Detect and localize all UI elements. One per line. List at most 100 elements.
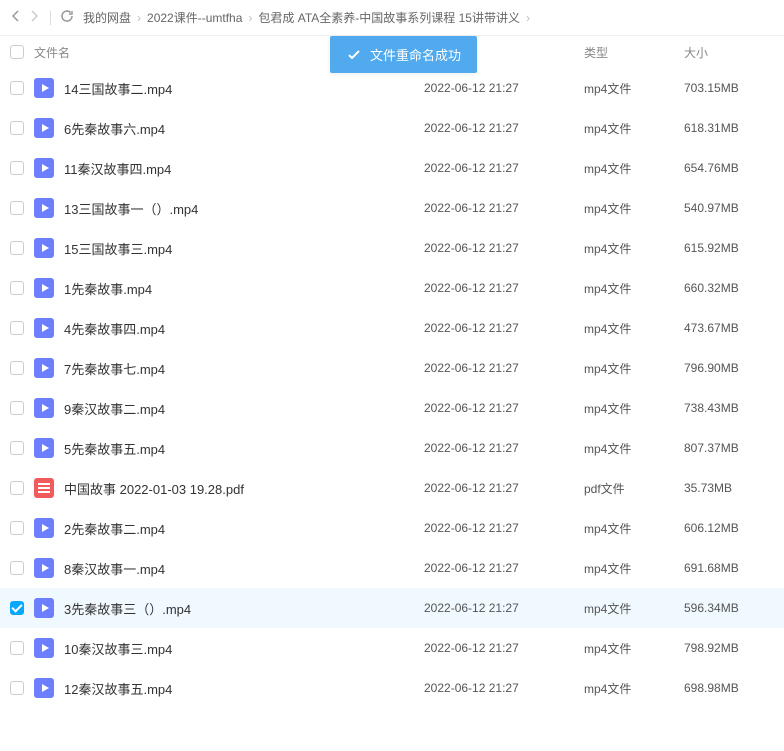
file-name-label[interactable]: 4先秦故事四.mp4: [64, 319, 165, 338]
row-checkbox[interactable]: [10, 601, 24, 615]
file-date: 2022-06-12 21:27: [424, 521, 584, 535]
table-row[interactable]: 12秦汉故事五.mp42022-06-12 21:27mp4文件698.98MB: [0, 668, 784, 708]
video-file-icon: [34, 638, 54, 658]
file-size: 691.68MB: [684, 561, 784, 575]
table-row[interactable]: 15三国故事三.mp4 2022-06-12 21:27mp4文件615.92MB: [0, 228, 784, 268]
table-row[interactable]: 中国故事 2022-01-03 19.28.pdf2022-06-12 21:2…: [0, 468, 784, 508]
file-name-label[interactable]: 15三国故事三.mp4: [64, 239, 172, 258]
row-checkbox[interactable]: [10, 361, 24, 375]
row-checkbox[interactable]: [10, 241, 24, 255]
file-name-label[interactable]: 11秦汉故事四.mp4: [64, 159, 171, 178]
video-file-icon: [34, 518, 54, 538]
column-header-type[interactable]: 类型: [584, 44, 684, 61]
refresh-icon[interactable]: [59, 8, 75, 27]
file-size: 703.15MB: [684, 81, 784, 95]
row-checkbox[interactable]: [10, 281, 24, 295]
row-checkbox[interactable]: [10, 681, 24, 695]
video-file-icon: [34, 118, 54, 138]
file-type: mp4文件: [584, 520, 684, 537]
file-name-label[interactable]: 14三国故事二.mp4: [64, 79, 172, 98]
row-checkbox[interactable]: [10, 81, 24, 95]
file-date: 2022-06-12 21:27: [424, 81, 584, 95]
table-row[interactable]: 7先秦故事七.mp42022-06-12 21:27mp4文件796.90MB: [0, 348, 784, 388]
table-row[interactable]: 5先秦故事五.mp42022-06-12 21:27mp4文件807.37MB: [0, 428, 784, 468]
file-name-label[interactable]: 8秦汉故事一.mp4: [64, 559, 165, 578]
row-checkbox[interactable]: [10, 121, 24, 135]
file-size: 798.92MB: [684, 641, 784, 655]
select-all-checkbox[interactable]: [10, 45, 24, 59]
video-file-icon: [34, 558, 54, 578]
pdf-file-icon: [34, 478, 54, 498]
row-checkbox[interactable]: [10, 161, 24, 175]
table-row[interactable]: 14三国故事二.mp4 2022-06-12 21:27mp4文件703.15MB: [0, 68, 784, 108]
row-checkbox[interactable]: [10, 321, 24, 335]
video-file-icon: [34, 398, 54, 418]
file-size: 35.73MB: [684, 481, 784, 495]
table-row[interactable]: 8秦汉故事一.mp42022-06-12 21:27mp4文件691.68MB: [0, 548, 784, 588]
video-file-icon: [34, 198, 54, 218]
file-size: 738.43MB: [684, 401, 784, 415]
file-date: 2022-06-12 21:27: [424, 561, 584, 575]
chevron-right-icon: ›: [526, 11, 530, 25]
row-checkbox[interactable]: [10, 521, 24, 535]
table-row[interactable]: 9秦汉故事二.mp42022-06-12 21:27mp4文件738.43MB: [0, 388, 784, 428]
file-size: 540.97MB: [684, 201, 784, 215]
video-file-icon: [34, 318, 54, 338]
row-checkbox[interactable]: [10, 401, 24, 415]
file-size: 615.92MB: [684, 241, 784, 255]
chevron-right-icon: ›: [137, 11, 141, 25]
file-name-label[interactable]: 3先秦故事三（）.mp4: [64, 599, 191, 618]
table-row[interactable]: 11秦汉故事四.mp42022-06-12 21:27mp4文件654.76MB: [0, 148, 784, 188]
file-date: 2022-06-12 21:27: [424, 401, 584, 415]
row-checkbox[interactable]: [10, 641, 24, 655]
file-size: 796.90MB: [684, 361, 784, 375]
row-checkbox[interactable]: [10, 201, 24, 215]
file-name-label[interactable]: 6先秦故事六.mp4: [64, 119, 165, 138]
table-row[interactable]: 1先秦故事.mp42022-06-12 21:27mp4文件660.32MB: [0, 268, 784, 308]
forward-icon[interactable]: [26, 8, 42, 27]
row-checkbox[interactable]: [10, 441, 24, 455]
file-list: 14三国故事二.mp42022-06-12 21:27mp4文件703.15MB…: [0, 68, 784, 708]
video-file-icon: [34, 678, 54, 698]
back-icon[interactable]: [8, 8, 24, 27]
file-size: 473.67MB: [684, 321, 784, 335]
file-name-label[interactable]: 7先秦故事七.mp4: [64, 359, 165, 378]
file-name-label[interactable]: 13三国故事一（）.mp4: [64, 199, 198, 218]
toast-success: 文件重命名成功: [330, 36, 477, 73]
breadcrumb-item[interactable]: 包君成 ATA全素养-中国故事系列课程 15讲带讲义: [258, 9, 520, 26]
divider: [50, 11, 51, 25]
file-size: 596.34MB: [684, 601, 784, 615]
file-type: mp4文件: [584, 200, 684, 217]
table-row[interactable]: 6先秦故事六.mp42022-06-12 21:27mp4文件618.31MB: [0, 108, 784, 148]
file-type: mp4文件: [584, 240, 684, 257]
file-date: 2022-06-12 21:27: [424, 361, 584, 375]
file-name-label[interactable]: 12秦汉故事五.mp4: [64, 679, 172, 698]
chevron-right-icon: ›: [248, 11, 252, 25]
file-size: 660.32MB: [684, 281, 784, 295]
file-date: 2022-06-12 21:27: [424, 241, 584, 255]
video-file-icon: [34, 598, 54, 618]
video-file-icon: [34, 158, 54, 178]
file-size: 807.37MB: [684, 441, 784, 455]
row-checkbox[interactable]: [10, 561, 24, 575]
file-type: mp4文件: [584, 280, 684, 297]
file-name-label[interactable]: 2先秦故事二.mp4: [64, 519, 165, 538]
table-row[interactable]: 13三国故事一（）.mp42022-06-12 21:27mp4文件540.97…: [0, 188, 784, 228]
file-name-label[interactable]: 5先秦故事五.mp4: [64, 439, 165, 458]
row-checkbox[interactable]: [10, 481, 24, 495]
table-row[interactable]: 3先秦故事三（）.mp42022-06-12 21:27mp4文件596.34M…: [0, 588, 784, 628]
breadcrumb-item[interactable]: 2022课件--umtfha: [147, 9, 242, 26]
breadcrumb-item[interactable]: 我的网盘: [83, 9, 131, 26]
file-name-label[interactable]: 9秦汉故事二.mp4: [64, 399, 165, 418]
column-header-size[interactable]: 大小: [684, 44, 784, 61]
table-row[interactable]: 2先秦故事二.mp42022-06-12 21:27mp4文件606.12MB: [0, 508, 784, 548]
file-name-label[interactable]: 1先秦故事.mp4: [64, 279, 152, 298]
file-size: 698.98MB: [684, 681, 784, 695]
file-name-label[interactable]: 中国故事 2022-01-03 19.28.pdf: [64, 479, 244, 498]
file-size: 654.76MB: [684, 161, 784, 175]
file-name-label[interactable]: 10秦汉故事三.mp4: [64, 639, 172, 658]
table-row[interactable]: 10秦汉故事三.mp42022-06-12 21:27mp4文件798.92MB: [0, 628, 784, 668]
table-row[interactable]: 4先秦故事四.mp42022-06-12 21:27mp4文件473.67MB: [0, 308, 784, 348]
file-type: mp4文件: [584, 600, 684, 617]
file-type: mp4文件: [584, 80, 684, 97]
